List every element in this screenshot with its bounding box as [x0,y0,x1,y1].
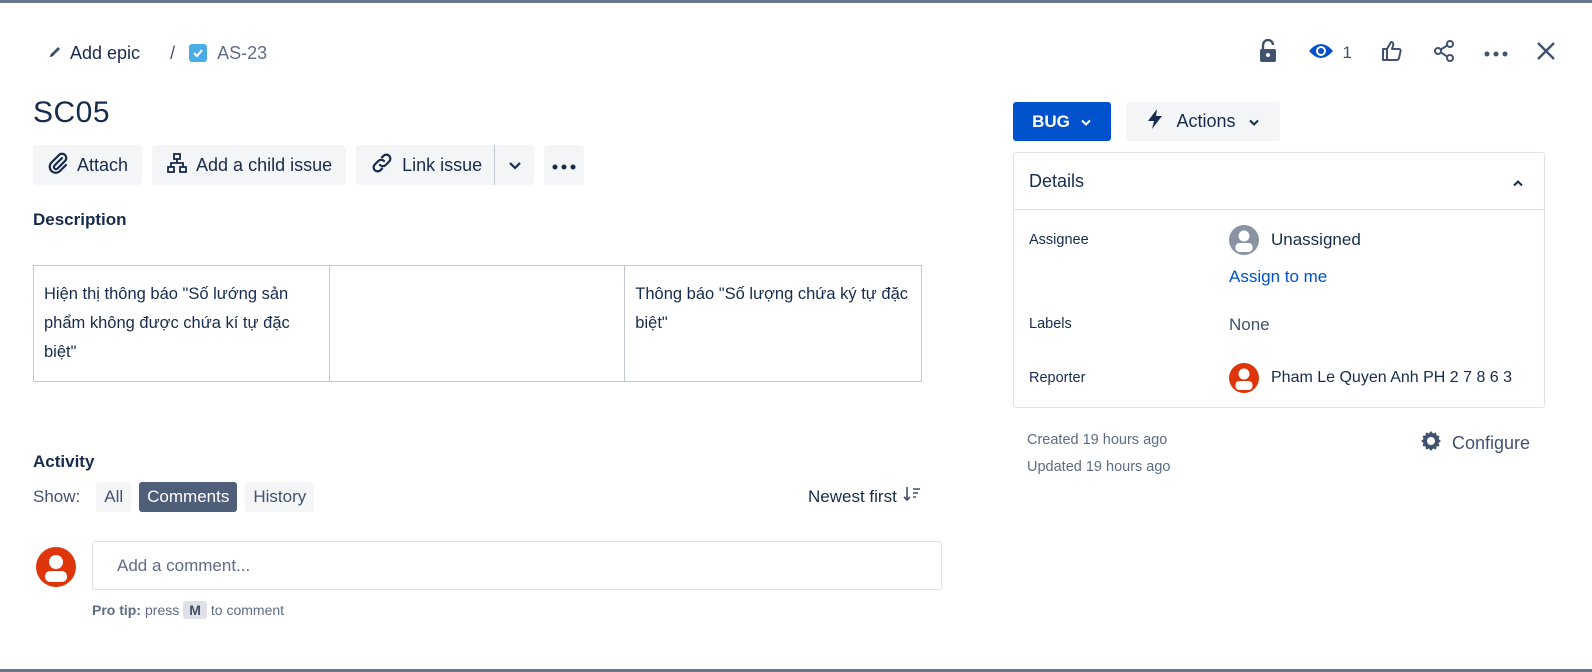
chevron-down-icon [1248,111,1260,132]
sort-descending-icon [903,486,921,507]
thumbs-up-icon [1380,39,1404,68]
actions-button[interactable]: Actions [1126,102,1280,141]
filter-history-button[interactable]: History [245,482,315,512]
chevron-up-icon [1512,171,1524,192]
add-child-label: Add a child issue [196,154,333,175]
created-timestamp: Created 19 hours ago [1027,432,1168,448]
assignee-name: Unassigned [1271,230,1361,249]
reporter-value[interactable]: Pham Le Quyen Anh PH 2 7 8 6 3 [1229,363,1521,393]
attach-button[interactable]: Attach [33,145,143,185]
status-label: BUG [1032,111,1070,131]
status-button[interactable]: BUG [1013,102,1111,141]
breadcrumb: Add epic / AS-23 [48,40,267,66]
vote-button[interactable] [1380,39,1404,68]
toolbar-more-button[interactable] [544,145,585,185]
add-epic-label: Add epic [70,42,141,63]
table-cell [328,265,626,382]
gear-icon [1420,430,1442,457]
unassigned-avatar [1229,225,1259,255]
table-cell: Thông báo "Số lượng chứa ký tự đặc biệt" [624,265,922,382]
window-top-border [0,0,1592,3]
activity-heading: Activity [33,452,95,471]
reporter-label: Reporter [1029,370,1086,386]
table-row: Hiện thị thông báo "Số lướng sản phẩm kh… [33,265,922,382]
paperclip-icon [47,152,69,179]
attach-label: Attach [77,154,129,175]
unlock-icon [1257,38,1279,68]
add-child-issue-button[interactable]: Add a child issue [152,145,347,185]
issue-top-actions: 1 [1257,36,1556,70]
labels-label: Labels [1029,316,1072,332]
details-heading: Details [1029,170,1085,191]
share-icon [1432,39,1456,68]
reporter-avatar [1229,363,1259,393]
share-button[interactable] [1432,39,1456,68]
details-panel: Details Assignee Unassigned Assign to me… [1013,152,1545,408]
table-cell: Hiện thị thông báo "Số lướng sản phẩm kh… [33,265,330,382]
link-issue-button[interactable]: Link issue [356,145,495,185]
current-user-avatar [36,547,76,587]
sort-order-label: Newest first [808,486,897,506]
eye-icon [1307,41,1335,66]
issue-summary[interactable]: SC05 [33,96,110,130]
assignee-label: Assignee [1029,232,1089,248]
more-actions-button[interactable] [1484,43,1508,63]
description-heading: Description [33,210,127,229]
close-button[interactable] [1536,41,1556,66]
breadcrumb-separator: / [170,42,176,63]
more-horizontal-icon [1484,43,1508,63]
details-header[interactable]: Details [1014,153,1544,210]
activity-filter-row: Show: All Comments History [33,482,315,512]
chevron-down-icon [508,155,522,176]
chevron-down-icon [1080,112,1092,132]
task-type-icon [189,44,208,62]
pro-tip-label: Pro tip: [92,602,141,618]
filter-comments-button[interactable]: Comments [139,482,238,512]
actions-label: Actions [1176,111,1236,131]
issue-key-link[interactable]: AS-23 [189,43,267,64]
restrictions-button[interactable] [1257,38,1279,68]
link-icon [370,151,394,180]
assign-to-me-link[interactable]: Assign to me [1229,267,1327,287]
reporter-name: Pham Le Quyen Anh PH 2 7 8 6 3 [1271,369,1513,386]
sort-order-button[interactable]: Newest first [808,486,921,507]
configure-button[interactable]: Configure [1420,430,1530,457]
more-horizontal-icon [552,155,576,176]
pro-tip-text-post: to comment [210,602,285,618]
assignee-value[interactable]: Unassigned [1229,225,1361,255]
issue-key: AS-23 [217,42,268,63]
configure-label: Configure [1452,433,1531,453]
add-epic-link[interactable]: Add epic [48,43,140,64]
hierarchy-icon [166,152,188,179]
lightning-icon [1146,108,1164,135]
pencil-icon [48,43,62,64]
labels-value[interactable]: None [1229,315,1270,335]
pro-tip-text-pre: press [145,602,180,618]
watch-count: 1 [1342,43,1352,62]
filter-all-button[interactable]: All [96,482,132,512]
show-label: Show: [33,487,81,506]
watch-button[interactable]: 1 [1307,41,1352,66]
keyboard-shortcut-key: M [183,601,207,619]
description-table[interactable]: Hiện thị thông báo "Số lướng sản phẩm kh… [33,265,922,382]
issue-toolbar: Attach Add a child issue Link issue [33,145,585,185]
pro-tip: Pro tip: press M to comment [92,601,284,619]
updated-timestamp: Updated 19 hours ago [1027,459,1171,475]
link-issue-label: Link issue [402,154,483,175]
add-comment-input[interactable]: Add a comment... [92,541,942,590]
close-icon [1536,41,1556,66]
link-issue-dropdown[interactable] [494,145,535,185]
